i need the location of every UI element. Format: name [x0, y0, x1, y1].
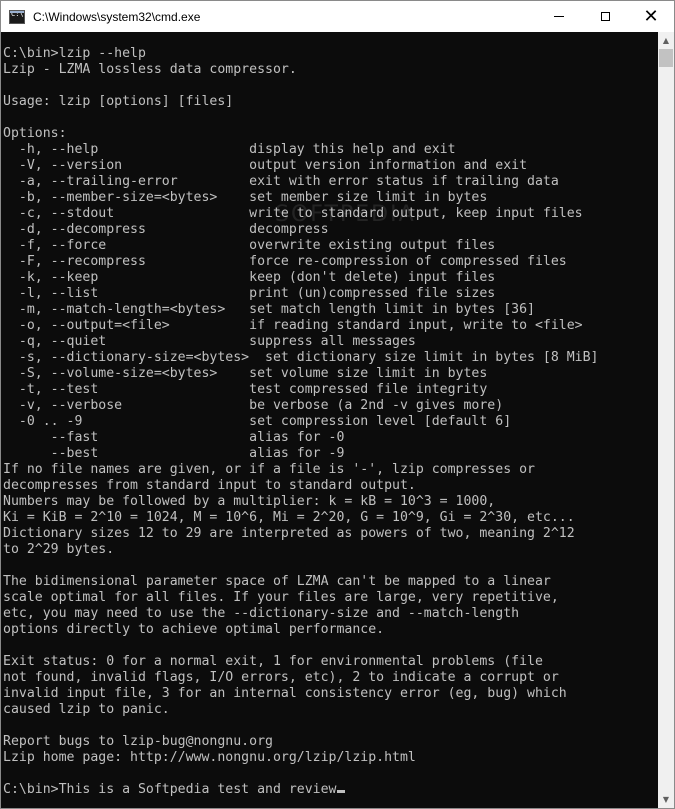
console-line: C:\bin>lzip --help [3, 46, 146, 61]
console-line: Lzip home page: http://www.nongnu.org/lz… [3, 750, 416, 765]
console-line: Exit status: 0 for a normal exit, 1 for … [3, 654, 543, 669]
console-line: Dictionary sizes 12 to 29 are interprete… [3, 526, 575, 541]
console-line: Lzip - LZMA lossless data compressor. [3, 62, 297, 77]
console-line: etc, you may need to use the --dictionar… [3, 606, 520, 621]
console-text: C:\bin>lzip --help Lzip - LZMA lossless … [1, 32, 658, 798]
console-line: -s, --dictionary-size=<bytes> set dictio… [3, 350, 599, 365]
maximize-icon [600, 12, 610, 21]
console-line: to 2^29 bytes. [3, 542, 115, 557]
console-line: -d, --decompress decompress [3, 222, 329, 237]
arrow-down-icon: ▼ [662, 795, 670, 804]
console-output-area[interactable]: C:\bin>lzip --help Lzip - LZMA lossless … [1, 32, 658, 808]
command-prompt-input[interactable]: C:\bin>This is a Softpedia test and revi… [3, 782, 336, 797]
console-line: -a, --trailing-error exit with error sta… [3, 174, 559, 189]
console-line: --fast alias for -0 [3, 430, 345, 445]
title-bar[interactable]: C:\Windows\system32\cmd.exe ✕ [1, 1, 674, 32]
scroll-up-button[interactable]: ▲ [658, 32, 674, 49]
console-line: --best alias for -9 [3, 446, 345, 461]
console-line: -V, --version output version information… [3, 158, 528, 173]
console-line: Options: [3, 126, 67, 141]
minimize-button[interactable] [536, 1, 582, 32]
console-line: -v, --verbose be verbose (a 2nd -v gives… [3, 398, 504, 413]
console-line: not found, invalid flags, I/O errors, et… [3, 670, 559, 685]
text-cursor [337, 790, 346, 793]
console-line: Numbers may be followed by a multiplier:… [3, 494, 496, 509]
console-line: -F, --recompress force re-compression of… [3, 254, 567, 269]
console-line: Usage: lzip [options] [files] [3, 94, 234, 109]
console-line: -k, --keep keep (don't delete) input fil… [3, 270, 496, 285]
maximize-button[interactable] [582, 1, 628, 32]
minimize-icon [554, 16, 564, 17]
close-icon: ✕ [643, 5, 659, 27]
console-line: decompresses from standard input to stan… [3, 478, 416, 493]
console-line: caused lzip to panic. [3, 702, 170, 717]
console-line: -f, --force overwrite existing output fi… [3, 238, 496, 253]
console-line: options directly to achieve optimal perf… [3, 622, 385, 637]
console-line: scale optimal for all files. If your fil… [3, 590, 559, 605]
console-line: -t, --test test compressed file integrit… [3, 382, 488, 397]
scroll-down-button[interactable]: ▼ [658, 791, 674, 808]
console-line: -h, --help display this help and exit [3, 142, 456, 157]
console-line: -c, --stdout write to standard output, k… [3, 206, 583, 221]
close-button[interactable]: ✕ [628, 1, 674, 32]
console-line: If no file names are given, or if a file… [3, 462, 535, 477]
console-line: -0 .. -9 set compression level [default … [3, 414, 512, 429]
vertical-scrollbar[interactable]: ▲ ▼ [658, 32, 674, 808]
scrollbar-thumb[interactable] [659, 49, 673, 67]
console-line: The bidimensional parameter space of LZM… [3, 574, 551, 589]
console-line: -l, --list print (un)compressed file siz… [3, 286, 496, 301]
window-title: C:\Windows\system32\cmd.exe [33, 9, 201, 24]
console-line: -m, --match-length=<bytes> set match len… [3, 302, 535, 317]
arrow-up-icon: ▲ [662, 36, 670, 45]
console-line: -b, --member-size=<bytes> set member siz… [3, 190, 488, 205]
cmd-app-icon[interactable] [9, 9, 25, 24]
console-line: -q, --quiet suppress all messages [3, 334, 416, 349]
console-line: Report bugs to lzip-bug@nongnu.org [3, 734, 273, 749]
cmd-window: C:\Windows\system32\cmd.exe ✕ C:\bin>lzi… [0, 0, 675, 809]
console-line: -S, --volume-size=<bytes> set volume siz… [3, 366, 488, 381]
console-line: invalid input file, 3 for an internal co… [3, 686, 567, 701]
console-line: Ki = KiB = 2^10 = 1024, M = 10^6, Mi = 2… [3, 510, 575, 525]
console-line: -o, --output=<file> if reading standard … [3, 318, 583, 333]
